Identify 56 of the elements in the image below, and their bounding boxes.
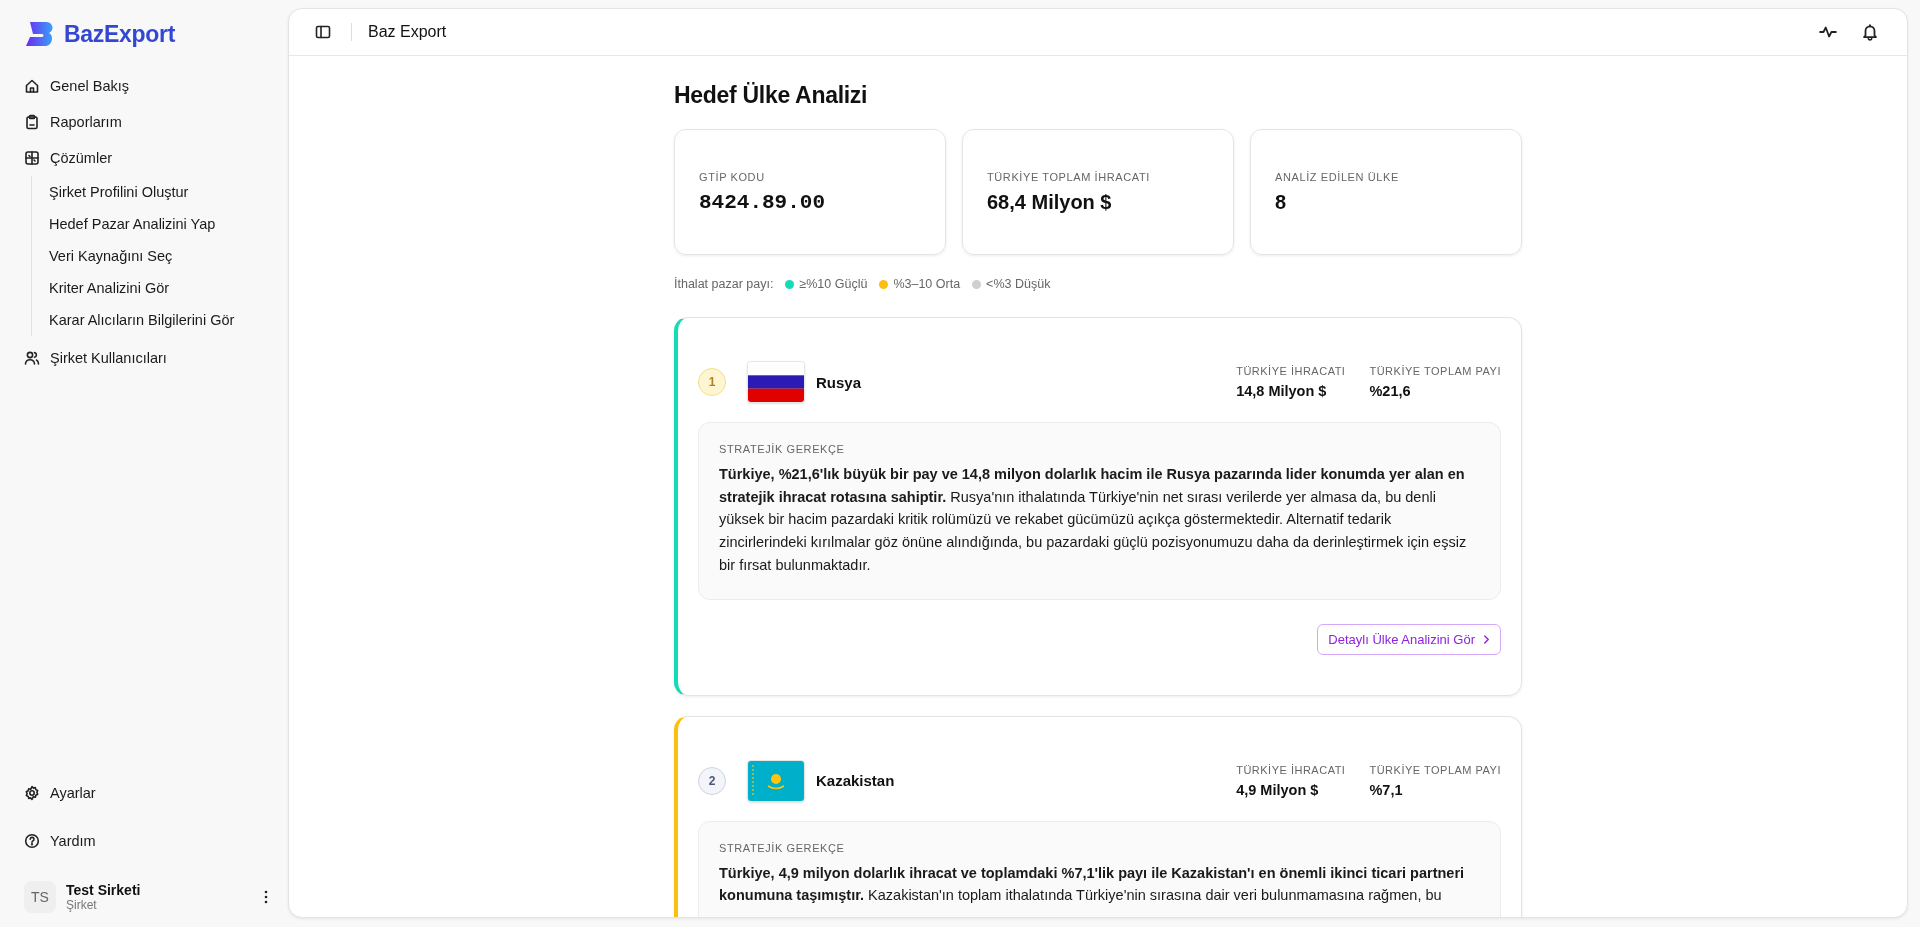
detail-button[interactable]: Detaylı Ülke Analizini Gör — [1317, 623, 1501, 655]
bell-icon — [1861, 23, 1879, 41]
stat-value: 8 — [1275, 190, 1288, 214]
user-name: Test Sirketi — [66, 882, 142, 898]
help-icon — [24, 833, 40, 849]
legend-text: <%3 Düşük — [986, 277, 1051, 291]
nav-link[interactable]: Şirket Kullanıcıları — [24, 340, 167, 376]
flag-icon — [748, 760, 804, 801]
page-header-title: Baz Export — [368, 23, 447, 41]
stat-value: 8424.89.00 — [699, 190, 827, 214]
legend-label: İthalat pazar payı: — [674, 277, 774, 291]
stat-value: %21,6 — [1369, 383, 1412, 399]
sidebar-icon — [315, 24, 331, 40]
chevron-right-icon — [1483, 633, 1490, 645]
nav-sublink[interactable]: Kriter Analizini Gör — [49, 272, 170, 304]
stat-value: 14,8 Milyon $ — [1236, 383, 1328, 399]
stat-label: TÜRKİYE TOPLAM PAYI — [1369, 365, 1501, 377]
nav-link[interactable]: Genel Bakış — [24, 68, 129, 104]
rank-badge: 2 — [698, 766, 726, 795]
section-label: STRATEJİK GEREKÇE — [719, 841, 846, 854]
home-icon — [24, 78, 40, 94]
nav-sublink[interactable]: Veri Kaynağını Seç — [49, 240, 173, 272]
rationale-text: Türkiye, 4,9 milyon dolarlık ihracat ve toplamdaki %7,1'lik payı ile Kazakistan'ı en önemli ikinci ticari partneri konumuna taşımıştır. Kazakistan'ın toplam ithalatında Türkiye'nin sırasına dair veri bulunmamasına rağmen, bu — [719, 863, 1466, 906]
stat-label: TÜRKİYE İHRACATI — [1236, 763, 1346, 776]
nav-link[interactable]: Ayarlar — [24, 775, 96, 811]
stat-label: TÜRKİYE İHRACATI — [1236, 365, 1346, 377]
users-icon — [24, 350, 40, 366]
nav-link[interactable]: Çözümler — [24, 140, 113, 176]
rationale-text: Türkiye, %21,6'lık büyük bir pay ve 14,8 milyon dolarlık hacim ile Rusya pazarında lider konumda yer alan en stratejik ihracat rotasına sahiptir. Rusya'nın ithalatında Türkiye'nin net sırası verilerde yer almasa da, bu denli yüksek bir hacim pazardaki kritik rolümüzü ve rekabet gücümüzü açıkça göstermektedir. Alternatif tedarik zincirlerindeki kırılmalar göz önüne alındığında, bu pazardaki güçlü pozisyonumuzu daha da derinleştirmek için eşsiz bir fırsat bulunmaktadır. — [719, 465, 1468, 575]
settings-icon — [24, 785, 40, 801]
legend-text: %3–10 Orta — [893, 277, 961, 291]
more-icon — [264, 890, 268, 904]
user-role: Şirket — [66, 898, 98, 912]
flag-icon — [748, 362, 804, 402]
logo-text: BazExport — [64, 20, 176, 48]
grid-icon — [24, 150, 40, 166]
rank-badge: 1 — [698, 368, 726, 396]
nav-link[interactable]: Yardım — [24, 823, 96, 859]
country-name: Rusya — [816, 373, 863, 391]
stat-label: TÜRKİYE TOPLAM İHRACATI — [987, 170, 1151, 183]
nav-sublink[interactable]: Şirket Profilini Oluştur — [49, 176, 189, 208]
stat-value: 4,9 Milyon $ — [1236, 781, 1320, 798]
country-name: Kazakistan — [816, 772, 896, 789]
avatar: TS — [24, 881, 56, 913]
stat-value: %7,1 — [1369, 781, 1404, 798]
legend-text: ≥%10 Güçlü — [799, 277, 868, 291]
stat-label: GTİP KODU — [699, 170, 766, 183]
section-label: STRATEJİK GEREKÇE — [719, 443, 846, 455]
stat-label: TÜRKİYE TOPLAM PAYI — [1369, 763, 1501, 776]
nav-sublink[interactable]: Karar Alıcıların Bilgilerini Gör — [49, 304, 235, 336]
nav-sublink[interactable]: Hedef Pazar Analizini Yap — [49, 208, 216, 240]
clipboard-icon — [24, 114, 40, 130]
nav-link[interactable]: Raporlarım — [24, 104, 122, 140]
stat-value: 68,4 Milyon $ — [987, 190, 1113, 214]
stat-label: ANALİZ EDİLEN ÜLKE — [1275, 170, 1400, 183]
page-title: Hedef Ülke Analizi — [674, 82, 869, 109]
